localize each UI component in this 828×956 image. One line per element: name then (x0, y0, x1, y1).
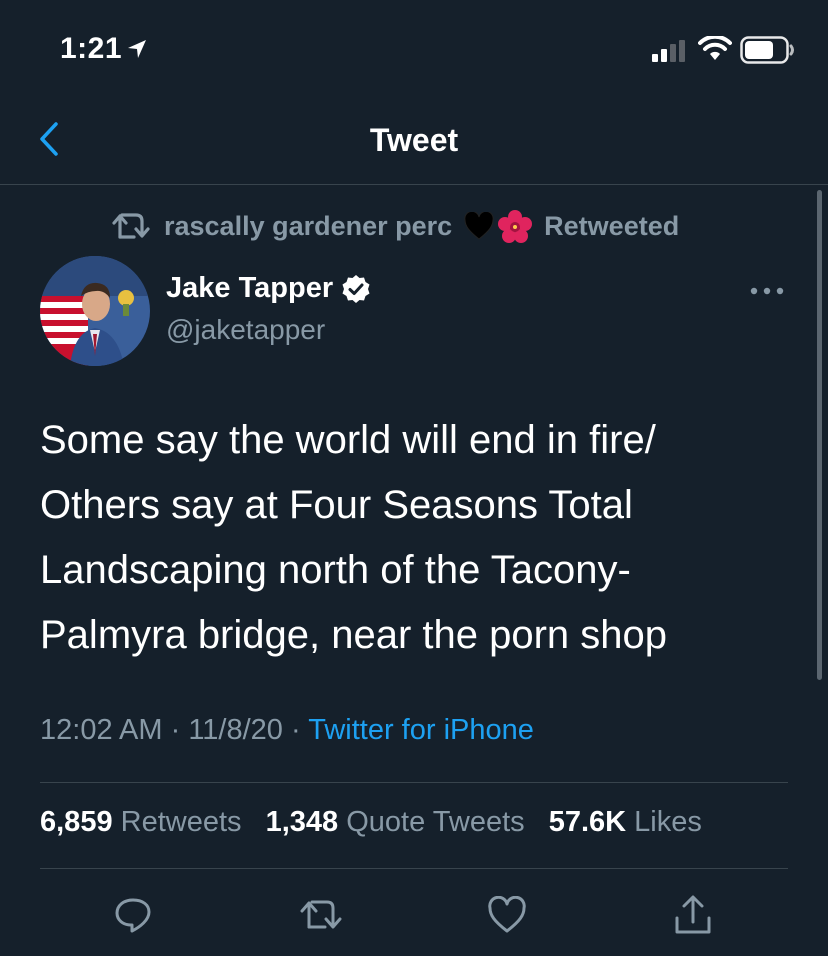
tweet-actions (0, 890, 828, 940)
divider (40, 782, 788, 783)
more-dots-icon (750, 287, 784, 295)
meta-separator: · (170, 714, 181, 746)
retweets-stat[interactable]: 6,859 Retweets (40, 806, 242, 838)
status-bar: 1:21 (0, 0, 828, 100)
quote-tweets-stat[interactable]: 1,348 Quote Tweets (266, 806, 525, 838)
quote-tweets-count: 1,348 (265, 806, 339, 838)
nav-bar: Tweet (0, 100, 828, 185)
status-time: 1:21 (60, 32, 123, 65)
likes-label: Likes (634, 806, 702, 838)
cellular-signal-icon (652, 40, 685, 62)
likes-count: 57.6K (548, 806, 627, 838)
share-icon (675, 895, 711, 934)
retweeted-label: Retweeted (544, 210, 680, 241)
meta-separator: · (291, 714, 301, 746)
location-arrow-icon (128, 40, 146, 58)
author-handle[interactable]: @jaketapper (166, 314, 325, 346)
more-options-button[interactable] (744, 276, 790, 306)
scrollbar[interactable] (817, 190, 822, 680)
quote-tweets-label: Quote Tweets (346, 806, 525, 838)
tweet-text-line: Landscaping north of the Tacony- (40, 548, 631, 592)
tweet-text-line: Some say the world will end in fire/ (40, 418, 656, 462)
tweet-time: 12:02 AM (40, 714, 163, 746)
hibiscus-emoji-icon (498, 210, 533, 243)
retweets-label: Retweets (120, 806, 242, 838)
share-button[interactable] (668, 890, 718, 940)
avatar-image (40, 256, 150, 366)
tweet-date: 11/8/20 (188, 714, 283, 746)
wifi-icon (698, 36, 732, 60)
black-heart-emoji-icon (464, 212, 494, 240)
divider (40, 868, 788, 869)
tweet-meta: 12:02 AM · 11/8/20 · Twitter for iPhone (40, 714, 534, 747)
page-title: Tweet (369, 122, 459, 158)
reply-button[interactable] (108, 890, 158, 940)
retweet-icon (112, 213, 150, 239)
retweet-context[interactable]: rascally gardener perc Retweeted (112, 206, 679, 246)
tweet-source-link[interactable]: Twitter for iPhone (308, 714, 534, 746)
retweets-count: 6,859 (40, 806, 113, 838)
tweet-text-line: Others say at Four Seasons Total (40, 483, 633, 527)
tweet-text-line: Palmyra bridge, near the porn shop (40, 613, 668, 657)
battery-icon (740, 36, 794, 64)
like-button[interactable] (482, 890, 532, 940)
tweet-stats: 6,859 Retweets 1,348 Quote Tweets 57.6K … (40, 806, 718, 839)
author-name-text[interactable]: Jake Tapper (166, 272, 333, 305)
avatar[interactable] (40, 256, 150, 366)
retweet-icon (300, 900, 342, 929)
retweet-button[interactable] (296, 890, 346, 940)
tweet-text: Some say the world will end in fire/ Oth… (40, 408, 800, 668)
heart-icon (488, 896, 526, 933)
verified-badge-icon (342, 274, 370, 303)
author-name[interactable]: Jake Tapper (166, 272, 371, 305)
reply-bubble-icon (115, 898, 151, 933)
likes-stat[interactable]: 57.6K Likes (549, 806, 702, 838)
retweeter-name[interactable]: rascally gardener perc (164, 211, 452, 242)
